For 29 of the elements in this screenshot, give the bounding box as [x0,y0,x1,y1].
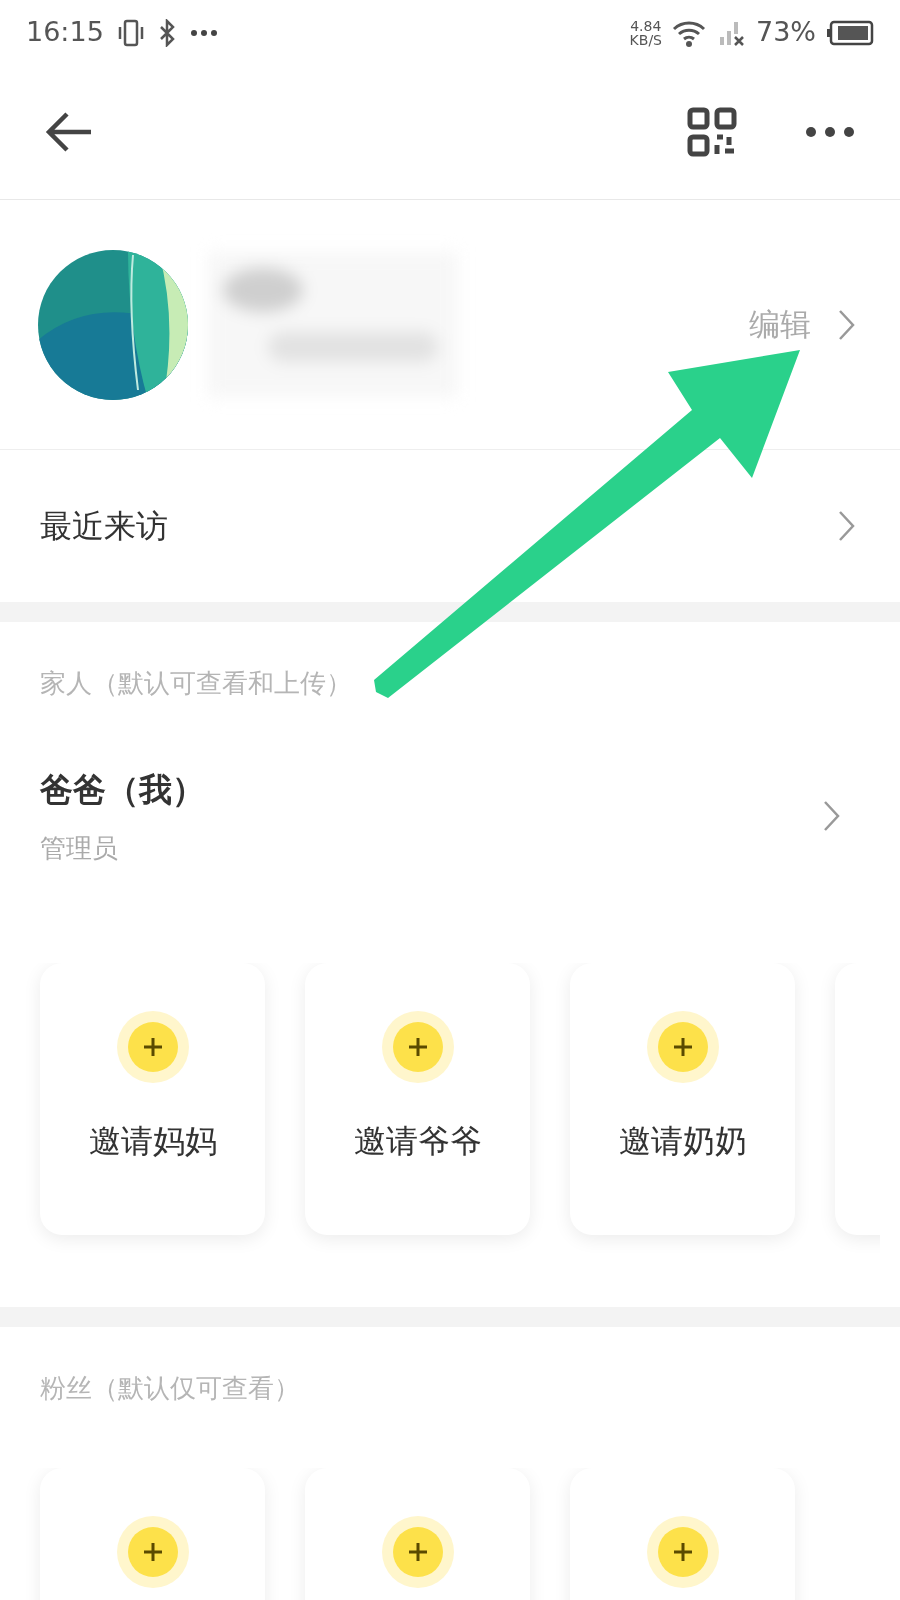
battery-icon [826,19,874,46]
status-time: 16:15 [26,15,104,50]
section-title: 粉丝（默认仅可查看） [39,1371,301,1405]
battery-percent: 73% [756,15,816,50]
add-icon [381,1515,454,1588]
member-row[interactable]: 爸爸（我） 管理员 [0,703,900,868]
recent-visitors-link[interactable]: 最近来访 [40,502,168,550]
add-icon [116,1515,189,1588]
member-role: 管理员 [40,831,119,865]
bluetooth-icon [157,18,176,47]
member-name: 爸爸（我） [40,769,205,811]
more-options-icon[interactable] [805,126,855,138]
invite-card[interactable]: 邀请爷爷 [305,962,530,1235]
add-icon [116,1010,189,1083]
qr-code-icon[interactable] [687,107,737,157]
vibrate-icon [117,18,144,47]
back-icon[interactable] [45,112,93,152]
add-icon [646,1010,719,1083]
invite-card[interactable]: 邀请奶奶 [570,962,795,1235]
add-icon [381,1010,454,1083]
invite-card[interactable]: 邀请妈妈 [40,962,265,1235]
speed-unit: KB/S [629,32,662,47]
network-speed: 4.84 [629,18,662,33]
add-icon [646,1515,719,1588]
chevron-icon [837,510,855,542]
more-notifications-icon [189,28,218,37]
chevron-icon [822,800,840,833]
chevron-icon [837,308,855,341]
section-title: 家人（默认可查看和上传） [39,667,353,700]
